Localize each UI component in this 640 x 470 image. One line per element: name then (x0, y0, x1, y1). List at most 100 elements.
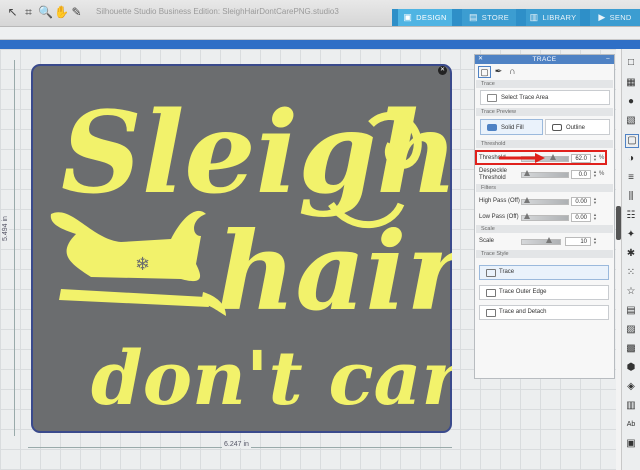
scale-value[interactable]: 10 (565, 237, 591, 246)
section-threshold: Threshold (476, 140, 613, 148)
outline-icon (552, 124, 562, 131)
section-filters: Filters (476, 184, 613, 192)
despeckle-slider[interactable] (521, 170, 569, 178)
scale-label: Scale (479, 238, 495, 244)
trace-and-detach-button[interactable]: Trace and Detach (479, 305, 609, 320)
tab-store[interactable]: ▤ STORE (462, 9, 516, 26)
scale-slider-thumb[interactable] (546, 237, 552, 243)
line-sleigh: Sleigh (61, 88, 452, 219)
trace-panel-title: TRACE (532, 56, 557, 63)
trace-outer-edge-label: Trace Outer Edge (499, 289, 547, 295)
width-dimension: 6.247 in (222, 441, 251, 448)
solid-fill-icon (487, 124, 497, 131)
transparency-icon[interactable]: ◑ (625, 153, 637, 165)
red-arrow-icon (499, 153, 545, 163)
tab-send[interactable]: ▶ SEND (590, 9, 640, 26)
crop-icon[interactable]: ⌗ (22, 6, 35, 19)
trace-and-detach-label: Trace and Detach (499, 309, 547, 315)
library-panel-icon[interactable]: ▥ (625, 400, 637, 412)
low-pass-slider-thumb[interactable] (524, 213, 530, 219)
low-pass-slider[interactable] (521, 213, 569, 221)
high-pass-label: High Pass (Off) (479, 198, 520, 204)
offset-icon[interactable]: ✱ (625, 248, 637, 260)
trace-tool-icon[interactable]: ▢ (478, 66, 491, 78)
library-icon: ▥ (529, 12, 539, 22)
section-trace-preview: Trace Preview (476, 108, 613, 116)
low-pass-value[interactable]: 0.00 (571, 213, 591, 222)
gradient-icon[interactable]: ▧ (625, 115, 637, 127)
trace-button[interactable]: Trace (479, 265, 609, 280)
trace-icon (486, 269, 496, 277)
layers-icon[interactable]: ◈ (625, 381, 637, 393)
page-ruler-bar (0, 40, 640, 49)
magnet-icon[interactable]: ∩ (507, 66, 518, 76)
high-pass-value[interactable]: 0.00 (571, 197, 591, 206)
despeckle-unit: % (599, 171, 605, 177)
store-icon: ▤ (468, 12, 478, 22)
panel-close-icon[interactable]: ✕ (478, 55, 483, 64)
high-pass-stepper[interactable]: ▲ ▼ (593, 197, 597, 206)
high-pass-slider-thumb[interactable] (524, 197, 530, 203)
pan-hand-icon[interactable]: ✋ (54, 6, 69, 19)
line-style-icon[interactable]: ≡ (625, 172, 637, 184)
select-area-icon (487, 94, 497, 102)
title-bar: ↖ ⌗ 🔍 ✋ ✎ Silhouette Studio Business Edi… (0, 0, 640, 27)
nesting-icon[interactable]: ▩ (625, 343, 637, 355)
rhinestone-icon[interactable]: ⁙ (625, 267, 637, 279)
grid-icon[interactable]: ▦ (625, 77, 637, 89)
trace-outer-edge-button[interactable]: Trace Outer Edge (479, 285, 609, 300)
line-dont-care: don't care! (91, 336, 452, 422)
height-dimension: 5.494 in (2, 214, 9, 243)
trace-outer-edge-icon (486, 289, 496, 297)
line-hair: hair (217, 209, 452, 335)
align-icon[interactable]: ⫼ (625, 191, 637, 203)
trace-panel-header: ✕ TRACE – (475, 55, 614, 64)
eyedropper-icon[interactable]: ✒ (493, 66, 504, 76)
transform-icon[interactable]: ✦ (625, 229, 637, 241)
text-style-icon[interactable]: Ab (625, 419, 637, 431)
fill-color-icon[interactable]: ● (625, 96, 637, 108)
star-icon[interactable]: ☆ (625, 286, 637, 298)
outline-button[interactable]: Outline (545, 119, 610, 135)
tab-send-label: SEND (609, 13, 632, 22)
solid-fill-button[interactable]: Solid Fill (480, 119, 543, 135)
close-icon[interactable]: ✕ (438, 66, 447, 75)
select-trace-area-button[interactable]: Select Trace Area (480, 90, 610, 105)
low-pass-stepper[interactable]: ▲ ▼ (593, 213, 597, 222)
toolbar (0, 27, 640, 40)
trace-button-label: Trace (499, 269, 515, 275)
section-trace: Trace (476, 80, 613, 88)
height-dimension-line (14, 60, 16, 436)
high-pass-slider[interactable] (521, 197, 569, 205)
scale-stepper[interactable]: ▲ ▼ (593, 237, 597, 246)
sketch-panel-icon[interactable]: ▤ (625, 305, 637, 317)
scale-slider[interactable] (521, 237, 561, 245)
despeckle-stepper[interactable]: ▲ ▼ (593, 170, 597, 179)
window-title: Silhouette Studio Business Edition: Slei… (96, 7, 339, 16)
tab-library-label: LIBRARY (542, 13, 577, 22)
tab-design[interactable]: ▣ DESIGN (398, 9, 452, 26)
despeckle-slider-thumb[interactable] (524, 170, 530, 176)
section-trace-style: Trace Style (476, 250, 613, 258)
replicate-icon[interactable]: ☷ (625, 210, 637, 222)
solid-fill-label: Solid Fill (501, 125, 524, 131)
emboss-icon[interactable]: ⬢ (625, 362, 637, 374)
section-scale: Scale (476, 225, 613, 233)
outline-label: Outline (566, 125, 586, 131)
zoom-icon[interactable]: 🔍 (38, 6, 53, 19)
panel-minimize-icon[interactable]: – (606, 55, 610, 64)
page-setup-icon[interactable]: □ (625, 57, 637, 69)
design-icon: ▣ (403, 12, 413, 22)
pointer-icon[interactable]: ↖ (6, 6, 19, 19)
despeckle-label-2: Threshold (479, 175, 506, 181)
trace-and-detach-icon (486, 309, 496, 317)
despeckle-label-1: Despeckle (479, 168, 508, 174)
sketch-icon[interactable]: ✎ (70, 6, 83, 19)
send-panel-icon[interactable]: ▣ (625, 438, 637, 450)
design-artwork[interactable]: ❄ Sleigh hair don't care! (31, 64, 452, 433)
tab-design-label: DESIGN (416, 13, 447, 22)
tab-library[interactable]: ▥ LIBRARY (526, 9, 580, 26)
despeckle-value[interactable]: 0.0 (571, 170, 591, 179)
trace-panel-icon[interactable]: ▢ (625, 134, 639, 148)
pattern-icon[interactable]: ▨ (625, 324, 637, 336)
